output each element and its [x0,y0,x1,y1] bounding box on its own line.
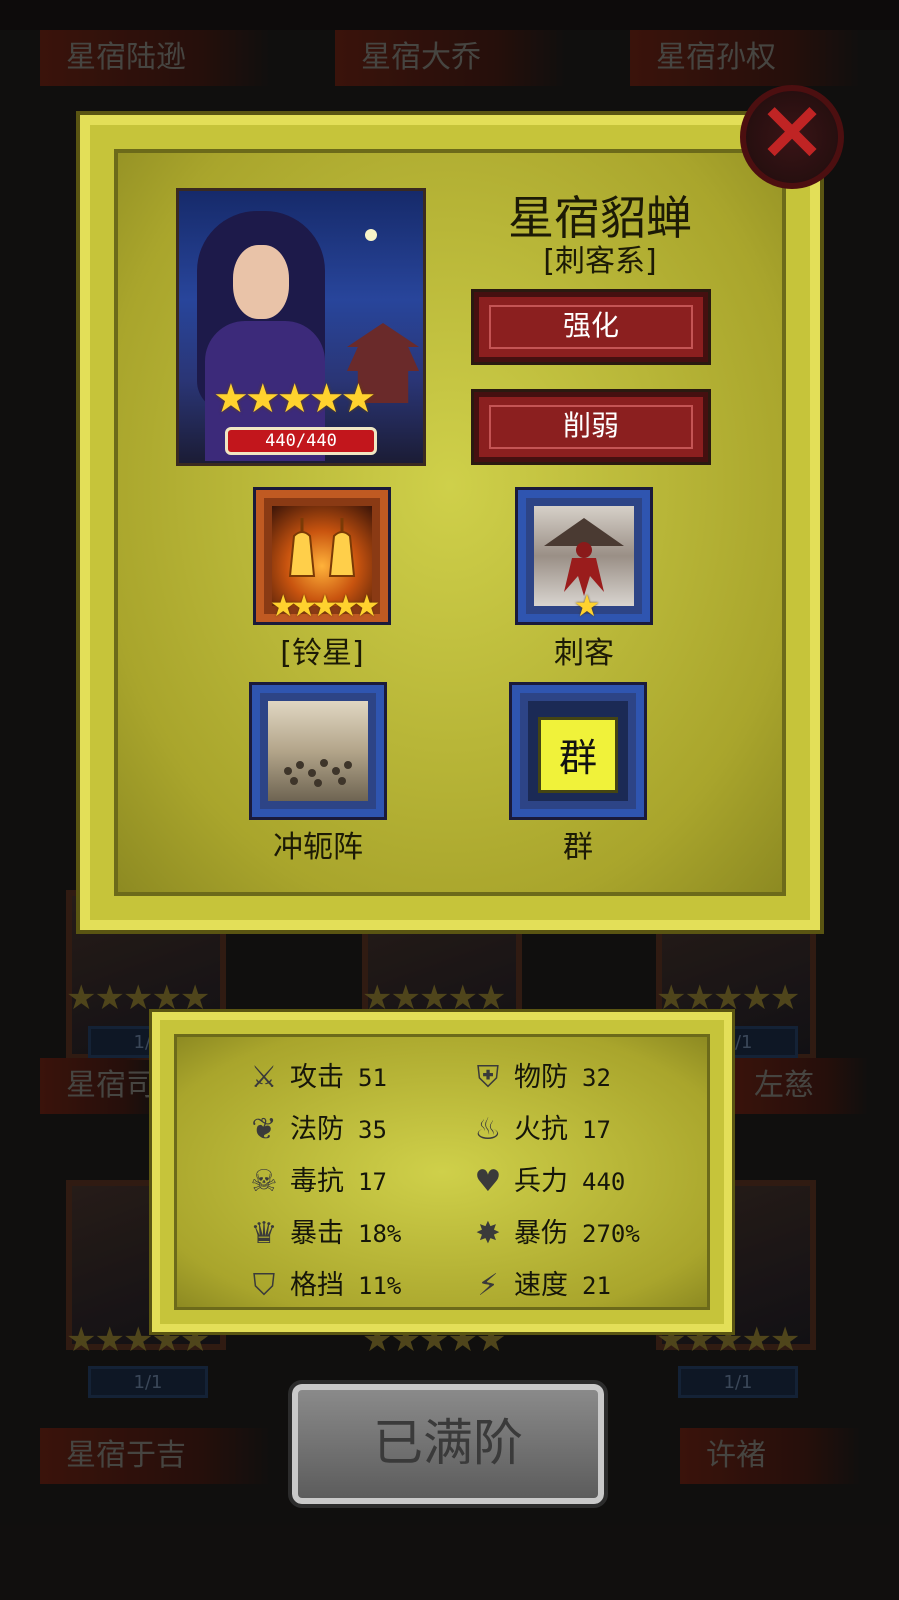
skill-slot-lingxing[interactable]: ★★★★★ [253,487,391,625]
weaken-button[interactable]: 削弱 [471,389,711,465]
skill-label: 刺客 [554,636,614,671]
banner-text: 群 [538,717,618,793]
skill-slot-faction[interactable]: 群 [509,682,647,820]
claw-icon: ♛ [250,1216,278,1251]
skill-slot-assassin[interactable]: ★ [515,487,653,625]
skill-label: [铃星] [280,636,364,671]
hero-class: [刺客系] [543,244,657,279]
lightning-icon: ⚡ [477,1268,499,1303]
block-shield-icon: ⛉ [252,1268,276,1303]
stat-speed: ⚡ 速度 21 [468,1264,610,1308]
skill-label: 冲轭阵 [273,830,363,865]
stats-panel: ⚔ 攻击 51 ⛨ 物防 32 ❦ 法防 35 ♨ 火抗 17 ☠ 毒抗 17 ♥ 兵力 440 ♛ 暴击… [149,1009,735,1335]
skill-label: 群 [563,830,593,865]
stat-magic-defense: ❦ 法防 35 [244,1108,386,1152]
skill-slot-formation[interactable] [249,682,387,820]
skull-icon: ☠ [250,1164,278,1199]
stat-attack: ⚔ 攻击 51 [244,1056,387,1100]
hero-hp-bar: 440/440 [225,427,377,455]
stat-troops: ♥ 兵力 440 [468,1160,626,1204]
hero-face [233,245,289,319]
leaf-icon: ❦ [251,1112,277,1147]
enhance-button[interactable]: 强化 [471,289,711,365]
heart-icon: ♥ [474,1164,502,1199]
skill-stars: ★★★★★ [269,589,380,624]
stat-fire-resist: ♨ 火抗 17 [468,1108,611,1152]
moon-icon [365,229,377,241]
max-level-button[interactable]: 已满阶 [288,1380,608,1508]
stat-block: ⛉ 格挡 11% [244,1264,402,1308]
shield-icon: ⛨ [476,1060,500,1095]
burst-icon: ✸ [475,1216,501,1251]
crossed-swords-icon: ⚔ [250,1060,278,1095]
hero-star-rating: ★★★★★ [213,376,376,422]
close-button[interactable]: ✕ [740,85,844,189]
stat-crit-rate: ♛ 暴击 18% [244,1212,402,1256]
close-x-icon: ✕ [759,88,825,179]
flame-icon: ♨ [474,1112,502,1147]
skill-stars: ★ [573,589,601,624]
hero-portrait: ★★★★★ 440/440 [176,188,426,466]
faction-banner-icon: 群 [528,701,628,801]
stat-physical-defense: ⛨ 物防 32 [468,1056,611,1100]
formation-icon [268,701,368,801]
stat-poison-resist: ☠ 毒抗 17 [244,1160,387,1204]
stat-crit-damage: ✸ 暴伤 270% [468,1212,639,1256]
